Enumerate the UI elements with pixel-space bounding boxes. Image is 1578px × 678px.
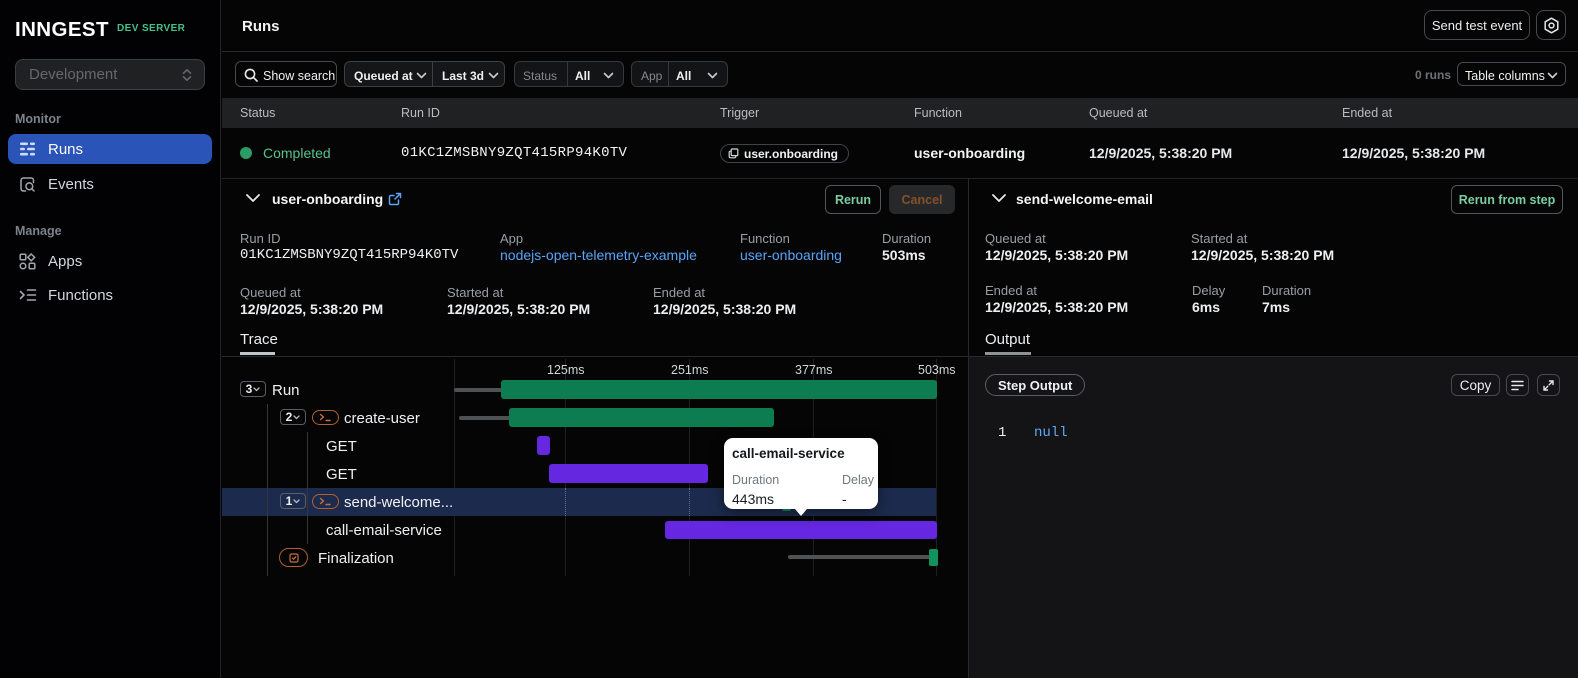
- svg-text:INNGEST: INNGEST: [15, 19, 109, 41]
